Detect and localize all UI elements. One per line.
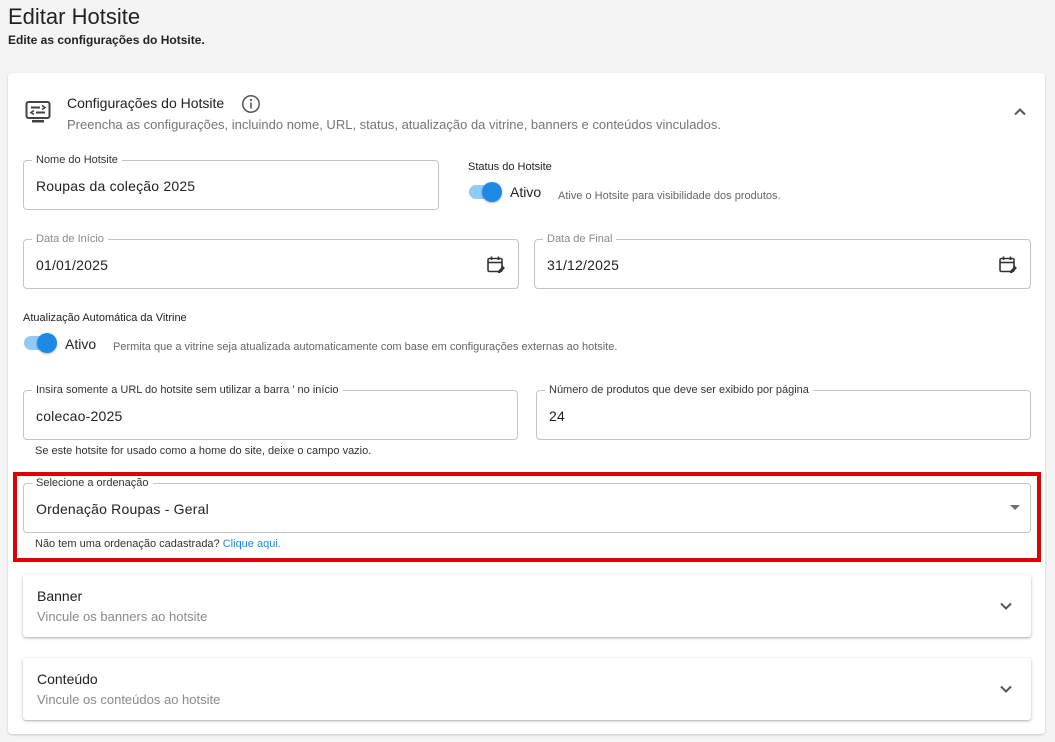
start-date-field[interactable]: Data de Início 01/01/2025 (23, 232, 519, 289)
url-field[interactable]: Insira somente a URL do hotsite sem util… (23, 383, 518, 440)
url-helper: Se este hotsite for usado como a home do… (35, 445, 372, 457)
per-page-label: Número de produtos que deve ser exibido … (545, 383, 813, 397)
auto-update-label: Atualização Automática da Vitrine (23, 312, 187, 324)
page-title: Editar Hotsite (8, 4, 141, 29)
content-panel[interactable]: Conteúdo Vincule os conteúdos ao hotsite (23, 658, 1031, 720)
status-label: Status do Hotsite (468, 161, 552, 173)
chevron-up-icon[interactable] (1011, 103, 1029, 121)
auto-update-toggle-label: Ativo (65, 336, 97, 352)
calendar-edit-icon[interactable] (486, 255, 506, 275)
chevron-down-icon[interactable] (997, 597, 1015, 615)
auto-update-toggle[interactable] (23, 333, 57, 353)
banner-panel[interactable]: Banner Vincule os banners ao hotsite (23, 575, 1031, 637)
status-hint: Ative o Hotsite para visibilidade dos pr… (558, 190, 781, 202)
section-title: Configurações do Hotsite (67, 95, 225, 111)
start-date-value: 01/01/2025 (36, 257, 109, 273)
start-date-label: Data de Início (32, 232, 108, 246)
content-panel-description: Vincule os conteúdos ao hotsite (37, 692, 221, 707)
info-icon[interactable] (241, 94, 261, 114)
end-date-value: 31/12/2025 (547, 257, 620, 273)
per-page-value: 24 (549, 408, 565, 424)
chevron-down-icon[interactable] (997, 680, 1015, 698)
settings-display-icon (25, 101, 51, 123)
page-subtitle: Edite as configurações do Hotsite. (8, 33, 205, 47)
hotsite-name-field[interactable]: Nome do Hotsite Roupas da coleção 2025 (23, 153, 439, 210)
banner-panel-title: Banner (37, 588, 83, 604)
url-label: Insira somente a URL do hotsite sem util… (32, 383, 343, 397)
status-toggle[interactable] (468, 182, 502, 202)
hotsite-name-value: Roupas da coleção 2025 (36, 178, 196, 194)
hotsite-name-label: Nome do Hotsite (32, 153, 122, 167)
content-panel-title: Conteúdo (37, 671, 98, 687)
url-value: colecao-2025 (36, 408, 123, 424)
end-date-field[interactable]: Data de Final 31/12/2025 (534, 232, 1031, 289)
hotsite-config-card: Configurações do Hotsite Preencha as con… (8, 73, 1045, 734)
ordering-highlight-box (13, 472, 1041, 562)
status-toggle-label: Ativo (510, 184, 542, 200)
calendar-edit-icon[interactable] (998, 255, 1018, 275)
end-date-label: Data de Final (543, 232, 617, 246)
per-page-field[interactable]: Número de produtos que deve ser exibido … (536, 383, 1031, 440)
section-description: Preencha as configurações, incluindo nom… (67, 117, 721, 132)
auto-update-hint: Permita que a vitrine seja atualizada au… (113, 341, 618, 353)
banner-panel-description: Vincule os banners ao hotsite (37, 609, 208, 624)
